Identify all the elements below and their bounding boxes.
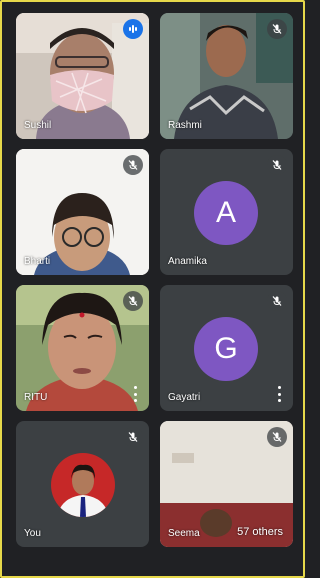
others-count[interactable]: 57 others (237, 526, 283, 538)
mic-off-icon (267, 427, 287, 447)
mic-off-icon (123, 155, 143, 175)
participant-tile-bharti[interactable]: Bharti (16, 149, 149, 275)
participant-name: Anamika (168, 256, 207, 267)
mic-off-icon (123, 291, 143, 311)
participant-tile-anamika[interactable]: A Anamika (160, 149, 293, 275)
avatar: G (194, 317, 258, 381)
participant-name: RITU (24, 392, 48, 403)
participant-name: Gayatri (168, 392, 201, 403)
participant-name: Seema (168, 528, 200, 539)
avatar: A (194, 181, 258, 245)
avatar (51, 453, 115, 517)
audio-level-icon (123, 19, 143, 39)
participant-tile-seema[interactable]: Seema 57 others (160, 421, 293, 547)
participant-name: You (24, 528, 41, 539)
participant-tile-gayatri[interactable]: G Gayatri (160, 285, 293, 411)
participant-name: Sushil (24, 120, 52, 131)
participant-tile-you[interactable]: You (16, 421, 149, 547)
mic-off-icon (267, 19, 287, 39)
participant-tile-sushil[interactable]: Sushil (16, 13, 149, 139)
participant-tile-ritu[interactable]: RITU (16, 285, 149, 411)
participant-name: Bharti (24, 256, 51, 267)
mic-off-icon (267, 291, 287, 311)
more-options-icon[interactable] (133, 386, 137, 402)
participant-tile-rashmi[interactable]: Rashmi (160, 13, 293, 139)
more-options-icon[interactable] (277, 386, 281, 402)
mic-off-icon (123, 427, 143, 447)
mic-off-icon (267, 155, 287, 175)
avatar-initial: G (214, 332, 238, 365)
participant-name: Rashmi (168, 120, 202, 131)
avatar-initial: A (215, 196, 236, 229)
